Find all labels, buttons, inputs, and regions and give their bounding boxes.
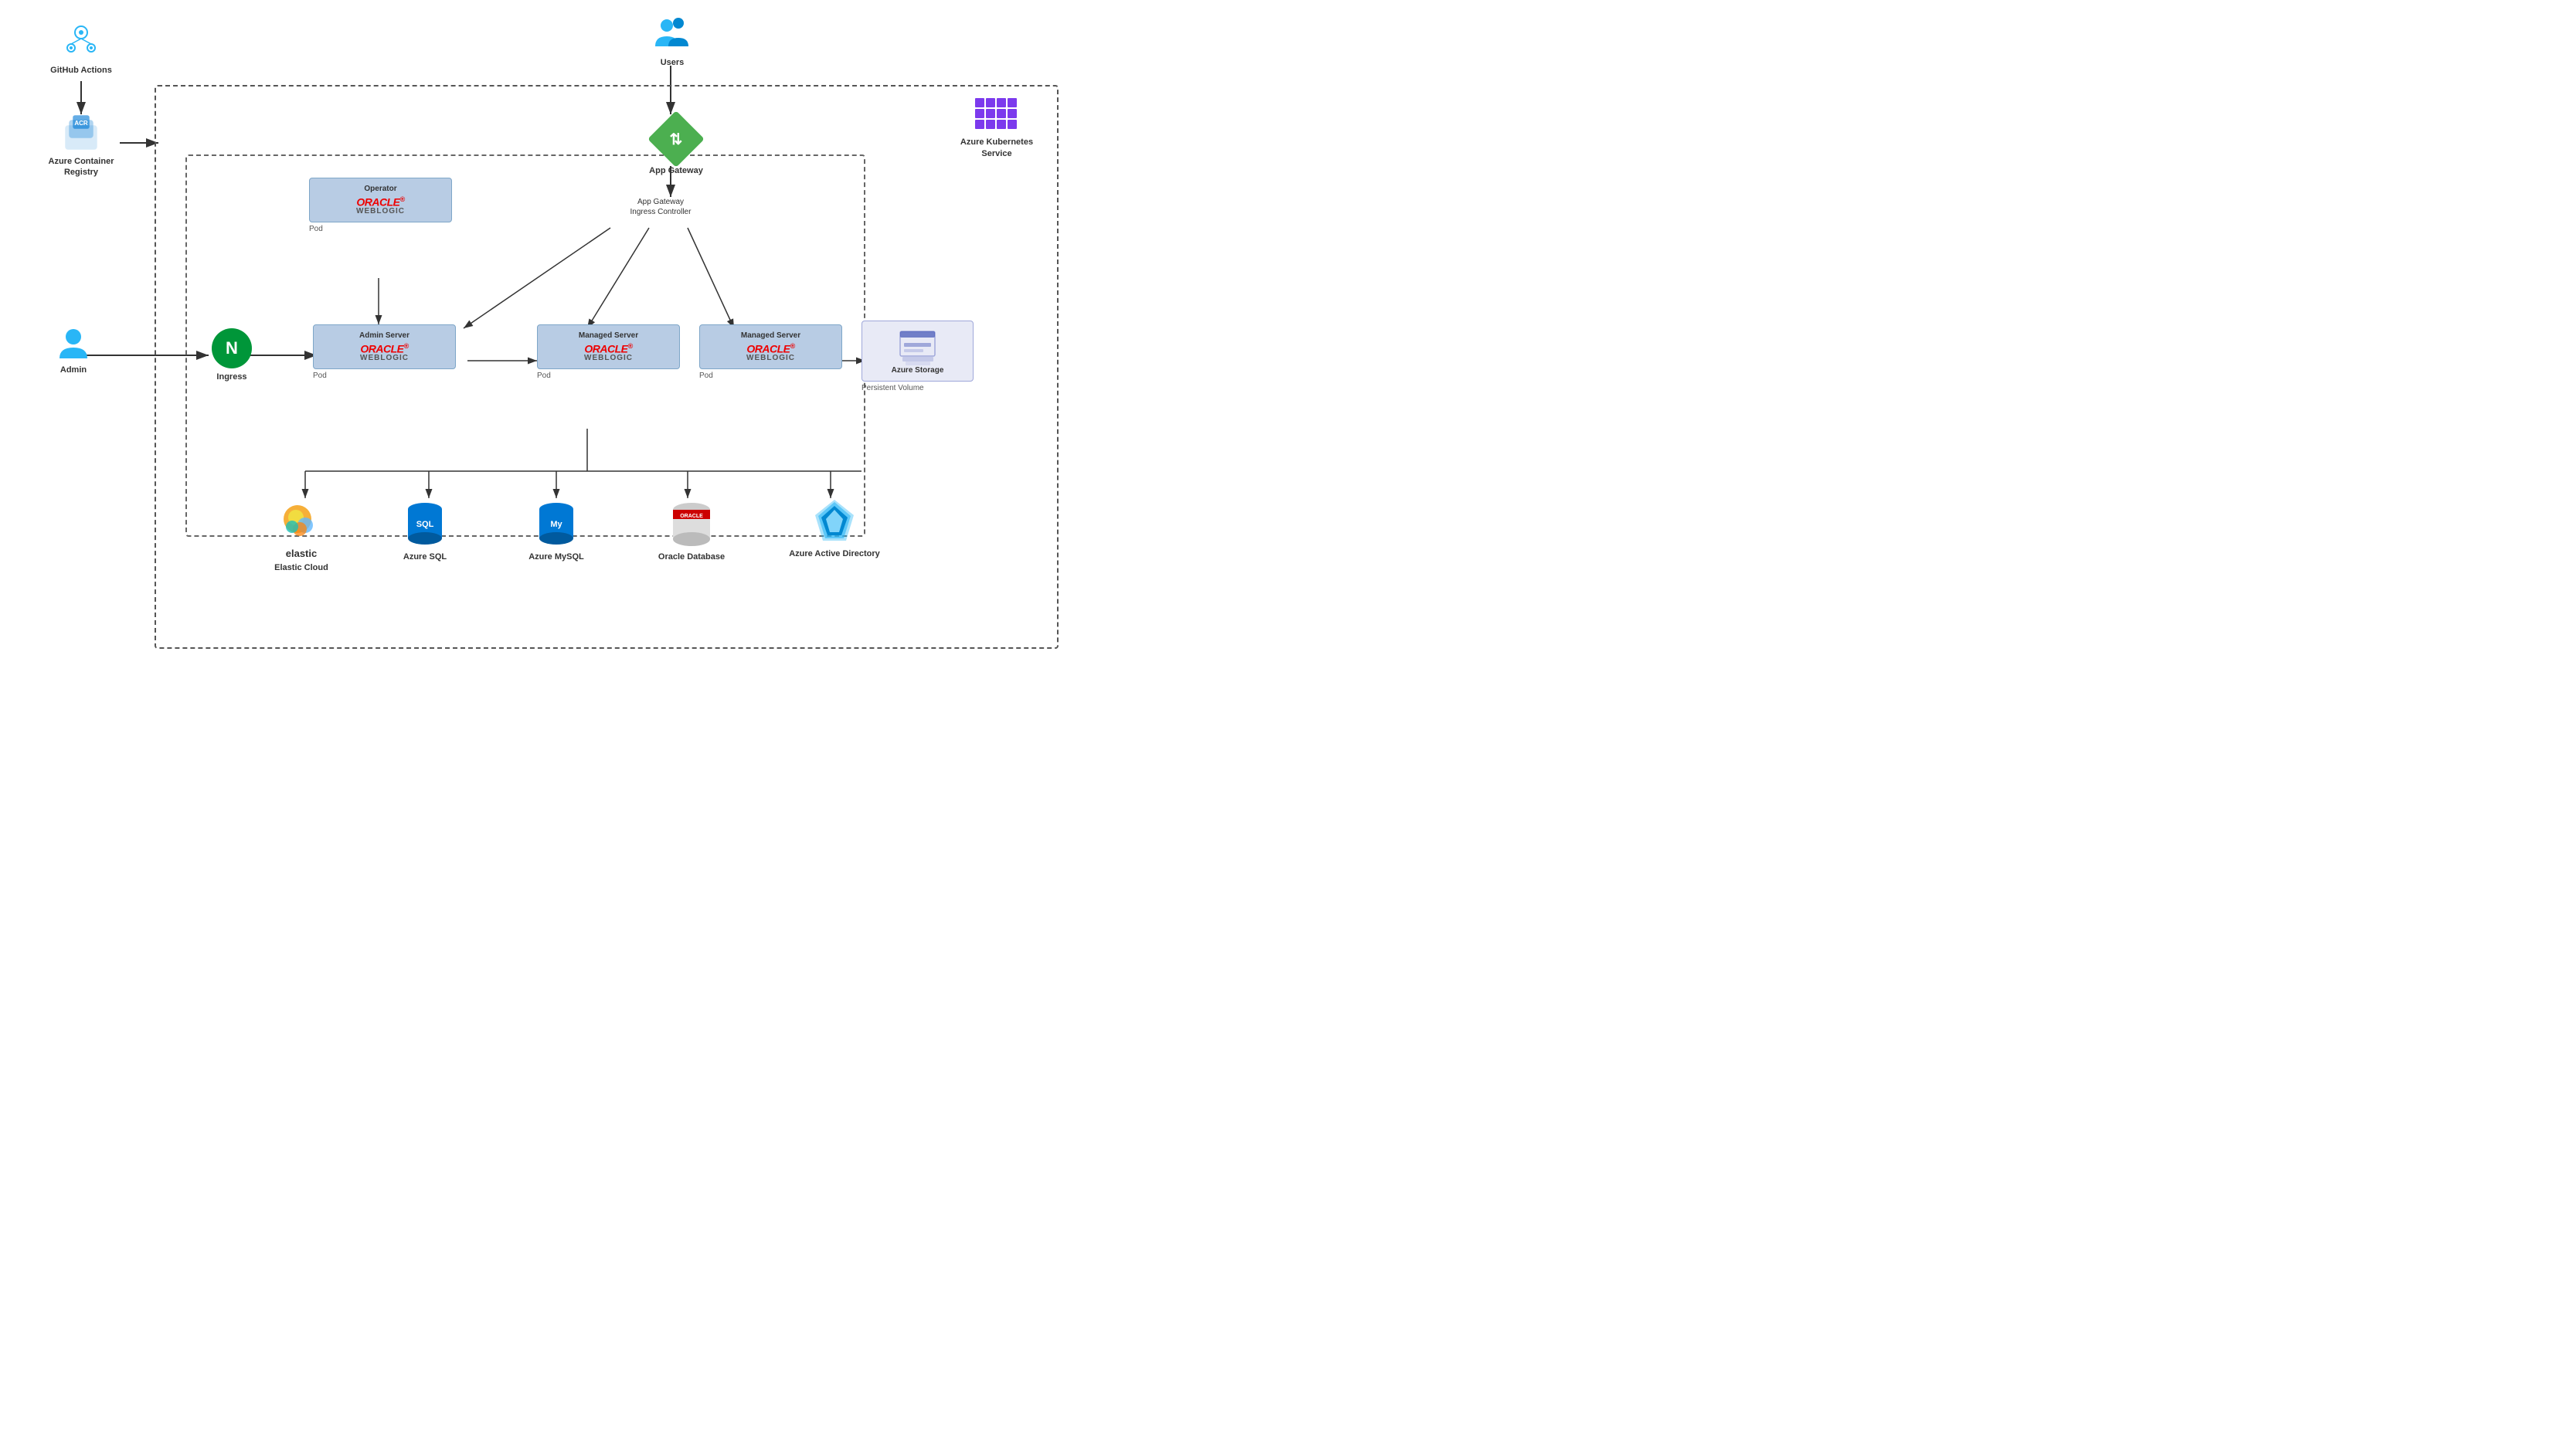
weblogic-text-managed1: WEBLOGIC bbox=[584, 355, 633, 362]
admin-server-box: Admin Server ORACLE® WEBLOGIC bbox=[313, 324, 456, 369]
aks-icon bbox=[974, 97, 1020, 134]
weblogic-text-admin: WEBLOGIC bbox=[360, 355, 409, 362]
azure-container-registry-node: ACR Azure Container Registry bbox=[39, 114, 124, 178]
operator-pod-label: Pod bbox=[309, 225, 452, 233]
azure-ad-label: Azure Active Directory bbox=[789, 548, 880, 559]
azure-mysql-node: My Azure MySQL bbox=[514, 498, 599, 562]
svg-text:SQL: SQL bbox=[416, 520, 433, 529]
app-gateway-node: ⇅ App Gateway bbox=[641, 116, 711, 176]
azure-ad-icon bbox=[814, 498, 856, 545]
ingress-node: N Ingress bbox=[205, 328, 259, 382]
ingress-label: Ingress bbox=[216, 372, 246, 382]
managed-server1-container: Managed Server ORACLE® WEBLOGIC Pod bbox=[537, 324, 680, 380]
admin-server-title: Admin Server bbox=[359, 331, 410, 340]
github-actions-label: GitHub Actions bbox=[50, 65, 112, 76]
azure-sql-icon: SQL bbox=[404, 498, 447, 548]
weblogic-text-operator: WEBLOGIC bbox=[356, 208, 405, 215]
managed-server1-box: Managed Server ORACLE® WEBLOGIC bbox=[537, 324, 680, 369]
nginx-icon: N bbox=[212, 328, 252, 368]
operator-pod-container: Operator ORACLE® WEBLOGIC Pod bbox=[309, 178, 452, 233]
managed-server2-container: Managed Server ORACLE® WEBLOGIC Pod bbox=[699, 324, 842, 380]
azure-sql-label: Azure SQL bbox=[403, 552, 447, 562]
azure-storage-box: Azure Storage bbox=[861, 321, 974, 382]
github-actions-icon bbox=[62, 23, 100, 62]
azure-mysql-label: Azure MySQL bbox=[528, 552, 584, 562]
elastic-text: elastic bbox=[286, 548, 317, 559]
managed-server2-box: Managed Server ORACLE® WEBLOGIC bbox=[699, 324, 842, 369]
oracle-text-managed1: ORACLE® bbox=[584, 343, 632, 355]
oracle-database-label: Oracle Database bbox=[658, 552, 725, 562]
operator-pod-title: Operator bbox=[364, 185, 396, 193]
managed-server1-title: Managed Server bbox=[579, 331, 638, 340]
managed1-pod-label: Pod bbox=[537, 372, 680, 380]
acr-icon: ACR bbox=[62, 114, 100, 153]
aks-label: Azure Kubernetes Service bbox=[946, 137, 1047, 161]
app-gateway-ingress-label: App GatewayIngress Controller bbox=[630, 197, 692, 217]
app-gateway-ingress-node: App GatewayIngress Controller bbox=[610, 197, 711, 217]
managed2-pod-label: Pod bbox=[699, 372, 842, 380]
users-icon bbox=[651, 12, 694, 54]
persistent-volume-label: Persistent Volume bbox=[861, 384, 974, 392]
oracle-text-managed2: ORACLE® bbox=[746, 343, 794, 355]
managed-server2-title: Managed Server bbox=[741, 331, 800, 340]
elastic-cloud-node: elastic Elastic Cloud bbox=[255, 502, 348, 572]
admin-node: Admin bbox=[39, 324, 108, 375]
oracle-text-operator: ORACLE® bbox=[356, 196, 404, 208]
weblogic-text-managed2: WEBLOGIC bbox=[746, 355, 795, 362]
azure-mysql-icon: My bbox=[535, 498, 578, 548]
admin-pod-label: Pod bbox=[313, 372, 456, 380]
svg-text:ACR: ACR bbox=[74, 120, 88, 127]
users-node: Users bbox=[637, 12, 707, 68]
oracle-database-node: ORACLE Oracle Database bbox=[649, 498, 734, 562]
azure-storage-icon bbox=[896, 327, 939, 366]
svg-text:My: My bbox=[550, 520, 562, 529]
azure-storage-label: Azure Storage bbox=[892, 366, 944, 375]
azure-active-directory-node: Azure Active Directory bbox=[788, 498, 881, 559]
app-gateway-label: App Gateway bbox=[649, 165, 703, 176]
aks-node: Azure Kubernetes Service bbox=[946, 97, 1047, 161]
admin-icon bbox=[55, 324, 92, 361]
admin-server-container: Admin Server ORACLE® WEBLOGIC Pod bbox=[313, 324, 456, 380]
architecture-diagram: GitHub Actions ACR Azure Container Regis… bbox=[0, 0, 1082, 672]
acr-label: Azure Container Registry bbox=[39, 156, 124, 178]
elastic-icon bbox=[280, 502, 323, 545]
azure-sql-node: SQL Azure SQL bbox=[386, 498, 464, 562]
azure-storage-container: Azure Storage Persistent Volume bbox=[861, 321, 974, 392]
oracle-text-admin: ORACLE® bbox=[360, 343, 408, 355]
elastic-cloud-label: Elastic Cloud bbox=[274, 563, 328, 572]
users-label: Users bbox=[661, 57, 685, 68]
admin-label: Admin bbox=[60, 365, 87, 375]
svg-text:ORACLE: ORACLE bbox=[680, 514, 703, 519]
github-actions-node: GitHub Actions bbox=[39, 23, 124, 76]
oracle-db-icon: ORACLE bbox=[668, 498, 715, 548]
operator-pod-box: Operator ORACLE® WEBLOGIC bbox=[309, 178, 452, 222]
